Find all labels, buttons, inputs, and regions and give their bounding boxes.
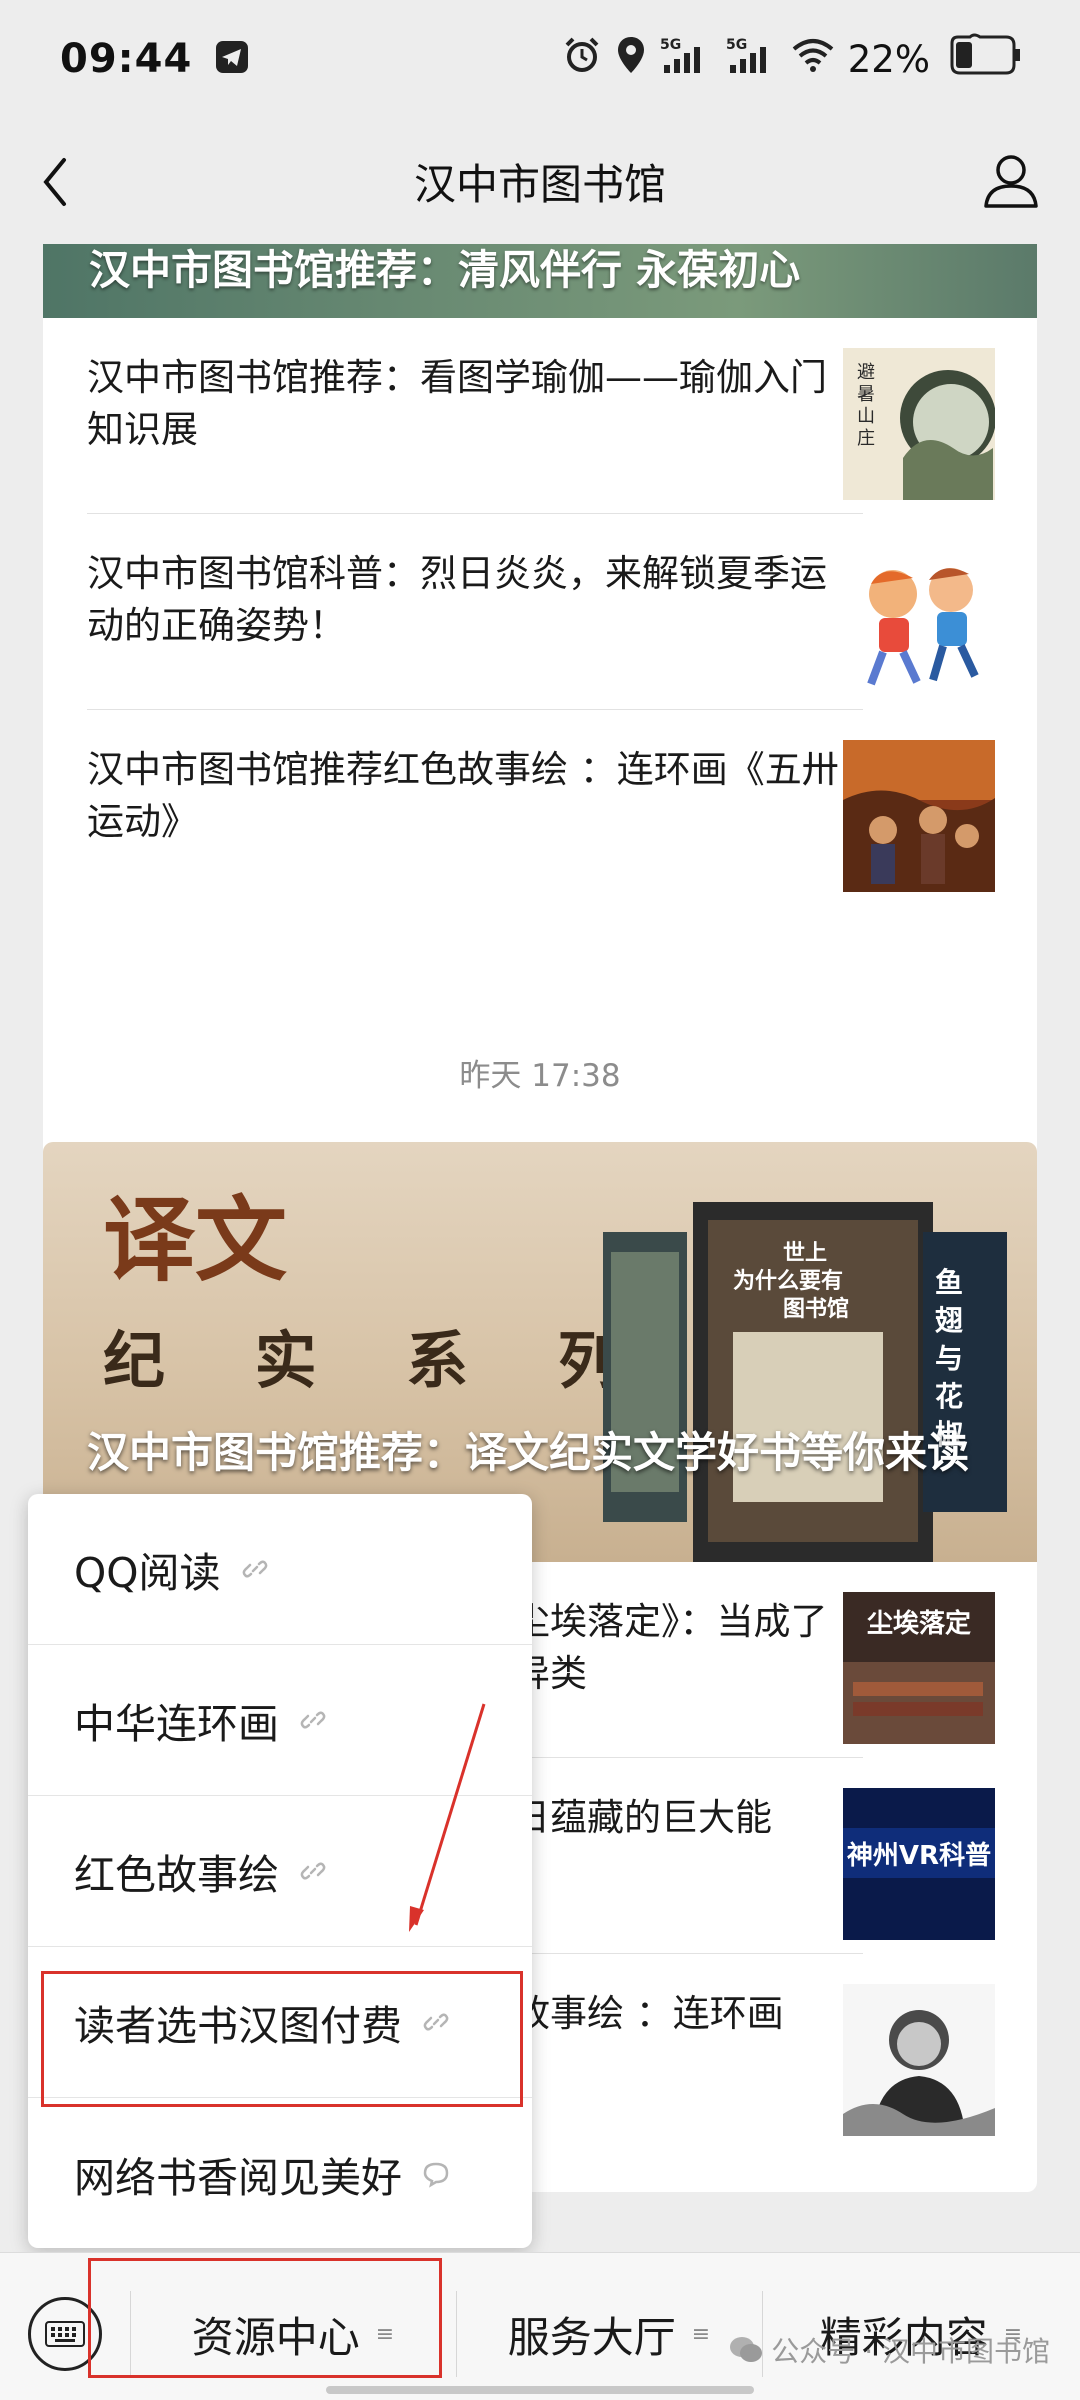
menu-item-label: QQ阅读 <box>74 1549 221 1597</box>
article-thumbnail <box>843 740 995 892</box>
keyboard-icon <box>45 2321 85 2347</box>
article-title: 尘埃落定》：当成了异类 <box>513 1600 828 1695</box>
article-title: 日蕴藏的巨大能 <box>513 1796 772 1839</box>
wechat-icon <box>730 2337 763 2362</box>
location-icon <box>616 35 646 84</box>
menu-item-online-reading[interactable]: 网络书香阅见美好 <box>28 2098 532 2248</box>
link-icon <box>422 2008 450 2036</box>
menu-item-reader-book-selection[interactable]: 读者选书汉图付费 <box>28 1947 532 2098</box>
article-thumbnail <box>843 1984 995 2136</box>
mini-program-icon <box>422 2160 450 2188</box>
svg-text:花: 花 <box>935 1380 963 1413</box>
cover-text: 译文 <box>103 1186 287 1294</box>
menu-lines-icon: ≡ <box>691 2321 711 2347</box>
chevron-left-icon <box>43 158 66 206</box>
telegram-icon <box>214 39 250 79</box>
page-title: 汉中市图书馆 <box>413 159 666 209</box>
menu-item-label: 读者选书汉图付费 <box>74 2002 402 2050</box>
app-header: 汉中市图书馆 <box>0 118 1080 244</box>
watermark: 公众号 · 汉中市图书馆 <box>729 2330 1050 2370</box>
svg-text:庄: 庄 <box>857 428 875 449</box>
article-item[interactable]: 汉中市图书馆科普：烈日炎炎，来解锁夏季运动的正确姿势！ <box>43 514 1037 710</box>
alarm-icon <box>562 35 602 84</box>
article-title: 汉中市图书馆科普：烈日炎炎，来解锁夏季运动的正确姿势！ <box>87 552 827 647</box>
submenu-popup: QQ阅读 中华连环画 红色故事绘 读者选书汉图付费 网络书香阅见美好 <box>28 1494 532 2248</box>
svg-text:避: 避 <box>857 362 875 383</box>
cover-title: 汉中市图书馆推荐：译文纪实文学好书等你来读 <box>87 1428 970 1477</box>
article-title: 故事绘 ：连环画 <box>513 1992 784 2035</box>
svg-text:翅: 翅 <box>935 1304 963 1337</box>
menu-item-red-stories[interactable]: 红色故事绘 <box>28 1796 532 1947</box>
link-icon <box>299 1857 327 1885</box>
status-time: 09:44 <box>60 36 193 82</box>
menu-item-chinese-comics[interactable]: 中华连环画 <box>28 1645 532 1796</box>
status-right: 5G 5G 22% <box>562 33 1022 86</box>
article-thumbnail: 神州VR科普 <box>843 1788 995 1940</box>
svg-text:为什么要有: 为什么要有 <box>733 1268 843 1294</box>
thumb-text: 神州VR科普 <box>847 1840 991 1871</box>
5g-signal-icon: 5G <box>726 35 778 84</box>
annotation-highlight <box>88 2258 442 2378</box>
home-indicator[interactable] <box>326 2386 754 2394</box>
timestamp-label: 昨天 17:38 <box>459 1058 621 1094</box>
cover-image[interactable]: 汉中市图书馆推荐：清风伴行 永葆初心 <box>43 244 1037 318</box>
back-button[interactable] <box>40 156 88 208</box>
article-item[interactable]: 汉中市图书馆推荐红色故事绘 ：连环画《五卅运动》 <box>43 710 1037 906</box>
menu-item-label: 网络书香阅见美好 <box>74 2153 402 2202</box>
article-card[interactable]: 汉中市图书馆推荐：清风伴行 永葆初心 汉中市图书馆推荐：看图学瑜伽——瑜伽入门知… <box>43 244 1037 1188</box>
profile-button[interactable] <box>980 150 1042 212</box>
status-bar: 09:44 5G 5G 22% <box>0 0 1080 118</box>
article-title: 汉中市图书馆推荐：看图学瑜伽——瑜伽入门知识展 <box>87 356 827 451</box>
link-icon <box>241 1555 269 1583</box>
svg-text:5G: 5G <box>726 37 747 53</box>
thumb-text: 尘埃落定 <box>867 1608 971 1639</box>
svg-text:世上: 世上 <box>783 1241 827 1266</box>
battery-icon <box>944 33 1022 86</box>
5g-signal-icon: 5G <box>660 35 712 84</box>
cover-title: 汉中市图书馆推荐：清风伴行 永葆初心 <box>89 246 801 294</box>
article-thumbnail <box>843 544 995 696</box>
wifi-icon <box>792 37 834 82</box>
svg-text:暑: 暑 <box>857 384 875 405</box>
article-item[interactable]: 汉中市图书馆推荐：看图学瑜伽——瑜伽入门知识展 避 暑 山 庄 <box>43 318 1037 514</box>
article-title: 汉中市图书馆推荐红色故事绘 ：连环画《五卅运动》 <box>87 748 839 843</box>
tab-label: 服务大厅 <box>507 2312 676 2362</box>
tab-service-hall[interactable]: 服务大厅 ≡ <box>456 2291 762 2377</box>
article-thumbnail: 尘埃落定 <box>843 1592 995 1744</box>
svg-text:与: 与 <box>935 1342 963 1375</box>
svg-text:5G: 5G <box>660 37 681 53</box>
user-icon <box>984 155 1038 208</box>
svg-text:鱼: 鱼 <box>935 1266 963 1299</box>
svg-text:山: 山 <box>857 406 875 427</box>
menu-item-label: 中华连环画 <box>74 1700 279 1748</box>
link-icon <box>299 1706 327 1734</box>
menu-item-qq-reading[interactable]: QQ阅读 <box>28 1494 532 1645</box>
article-thumbnail: 避 暑 山 庄 <box>843 348 995 500</box>
battery-percent: 22% <box>847 37 930 81</box>
status-left: 09:44 <box>60 36 250 82</box>
menu-item-label: 红色故事绘 <box>74 1851 279 1899</box>
cover-text: 纪 实 系 列 <box>103 1324 654 1397</box>
svg-text:图书馆: 图书馆 <box>783 1296 849 1322</box>
watermark-text: 公众号 · 汉中市图书馆 <box>771 2335 1050 2368</box>
